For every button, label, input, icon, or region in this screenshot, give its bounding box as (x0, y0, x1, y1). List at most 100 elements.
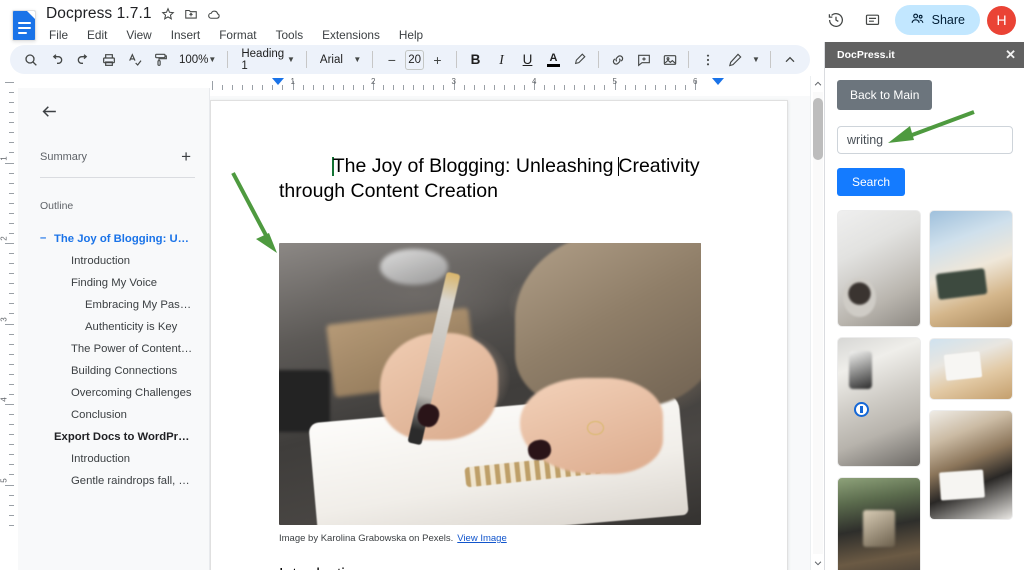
outline-item[interactable]: Embracing My Passion (40, 294, 195, 316)
menu-extensions[interactable]: Extensions (319, 27, 383, 43)
ruler-number: 6 (693, 77, 698, 86)
spellcheck-icon[interactable] (122, 47, 147, 72)
ruler-number: 4 (0, 397, 9, 402)
edit-mode-chevron-icon[interactable]: ▼ (748, 47, 764, 72)
more-options-icon[interactable] (695, 47, 720, 72)
outline-item[interactable]: The Power of Content Creation (40, 338, 195, 360)
outline-item-label: Finding My Voice (71, 277, 158, 289)
outline-item-label: The Power of Content Creation (71, 343, 195, 355)
decrease-font-size-button[interactable]: − (379, 47, 404, 72)
paragraph-style-value: Heading 1 (241, 47, 285, 72)
outline-item[interactable]: Introduction (40, 448, 195, 470)
menu-help[interactable]: Help (396, 27, 426, 43)
move-to-folder-icon[interactable] (184, 7, 198, 21)
text-color-button[interactable]: A (541, 47, 566, 72)
ruler-tick (322, 85, 324, 90)
view-image-link[interactable]: View Image (457, 533, 506, 544)
search-input[interactable] (837, 126, 1013, 154)
insert-image-icon[interactable] (657, 47, 682, 72)
plus-icon[interactable]: + (181, 148, 191, 165)
image-info-badge-icon[interactable] (854, 402, 869, 417)
redo-icon[interactable] (70, 47, 95, 72)
italic-label: I (499, 51, 504, 67)
increase-font-size-button[interactable]: + (425, 47, 450, 72)
menu-tools[interactable]: Tools (273, 27, 307, 43)
thumb-hands-writing-coffee[interactable] (837, 210, 921, 327)
share-button[interactable]: Share (894, 5, 980, 35)
ruler-tick (252, 85, 254, 90)
menu-format[interactable]: Format (216, 27, 259, 43)
undo-icon[interactable] (44, 47, 69, 72)
section-heading-introduction[interactable]: Introduction (279, 566, 719, 570)
version-history-icon[interactable] (821, 5, 851, 35)
thumb-person-writing-notebook-desk[interactable] (929, 210, 1013, 328)
outline-item-label: Overcoming Challenges (71, 387, 192, 399)
menu-bar: File Edit View Insert Format Tools Exten… (46, 27, 426, 43)
ruler-tick (352, 85, 354, 90)
font-size-input[interactable]: 20 (405, 49, 424, 70)
outline-item[interactable]: Building Connections (40, 360, 195, 382)
thumb-writing-brown-sleeve[interactable] (929, 410, 1013, 520)
underline-button[interactable]: U (515, 47, 540, 72)
ruler-tick (9, 202, 14, 204)
docpress-panel-title: DocPress.it (837, 49, 895, 61)
highlight-pen-icon[interactable] (567, 47, 592, 72)
close-icon[interactable]: ✕ (1005, 47, 1016, 63)
outline-item[interactable]: Finding My Voice (40, 272, 195, 294)
outline-item[interactable]: Conclusion (40, 404, 195, 426)
menu-view[interactable]: View (123, 27, 154, 43)
vertical-ruler[interactable]: 1 2 3 4 5 (0, 76, 18, 570)
outline-item-label: Conclusion (71, 409, 127, 421)
horizontal-ruler[interactable]: 1 2 3 4 5 6 (210, 76, 810, 96)
document-heading[interactable]: The Joy of Blogging: Unleashing Creativi… (279, 129, 719, 229)
search-button[interactable]: Search (837, 168, 906, 196)
star-icon[interactable] (161, 7, 175, 21)
right-indent-marker[interactable] (712, 78, 724, 85)
chevron-down-icon: ▼ (208, 55, 217, 64)
collapse-toolbar-icon[interactable] (777, 47, 802, 72)
print-icon[interactable] (96, 47, 121, 72)
outline-item[interactable]: Overcoming Challenges (40, 382, 195, 404)
scrollbar-track[interactable] (813, 92, 823, 554)
edit-pencil-icon[interactable] (722, 47, 747, 72)
bold-button[interactable]: B (463, 47, 488, 72)
insert-link-icon[interactable] (605, 47, 630, 72)
outline-item[interactable]: –The Joy of Blogging: Unleashin… (40, 228, 195, 250)
ruler-tick (564, 85, 566, 90)
back-arrow-icon[interactable] (40, 102, 59, 126)
document-page[interactable]: The Joy of Blogging: Unleashing Creativi… (210, 100, 788, 570)
outline-item[interactable]: Introduction (40, 250, 195, 272)
hands-writing-in-notebook-photo[interactable] (279, 243, 701, 525)
thumb-mug-book-writing[interactable] (837, 337, 921, 467)
paragraph-style-select[interactable]: Heading 1 ▼ (234, 47, 300, 72)
outline-item[interactable]: Gentle raindrops fall, Nature's … (40, 470, 195, 492)
italic-button[interactable]: I (489, 47, 514, 72)
menu-file[interactable]: File (46, 27, 71, 43)
avatar[interactable]: H (987, 5, 1016, 35)
cloud-saved-icon[interactable] (207, 7, 222, 22)
scroll-thumb[interactable] (813, 98, 823, 160)
font-family-select[interactable]: Arial ▼ (313, 48, 366, 71)
comment-history-icon[interactable] (858, 5, 888, 35)
menu-edit[interactable]: Edit (84, 27, 110, 43)
collapse-dash-icon[interactable]: – (40, 232, 46, 244)
ruler-tick (393, 85, 395, 90)
google-docs-logo-icon[interactable] (12, 6, 38, 41)
paint-format-icon[interactable] (148, 47, 173, 72)
scroll-down-icon[interactable] (811, 555, 825, 570)
scroll-up-icon[interactable] (811, 76, 825, 91)
outline-item[interactable]: Export Docs to WordPress (40, 426, 195, 448)
search-icon[interactable] (18, 47, 43, 72)
ruler-tick (9, 353, 14, 355)
menu-insert[interactable]: Insert (168, 27, 204, 43)
thumb-hand-signing-paper[interactable] (929, 338, 1013, 400)
document-title[interactable]: Docpress 1.7.1 (46, 5, 152, 23)
back-to-main-button[interactable]: Back to Main (837, 80, 933, 110)
left-indent-marker[interactable] (272, 78, 284, 85)
ruler-tick (9, 142, 14, 144)
document-scrollbar[interactable] (810, 76, 824, 570)
thumb-cafe-workspace-plants[interactable] (837, 477, 921, 570)
outline-item[interactable]: Authenticity is Key (40, 316, 195, 338)
zoom-select[interactable]: 100% ▼ (174, 48, 221, 71)
add-comment-icon[interactable] (631, 47, 656, 72)
